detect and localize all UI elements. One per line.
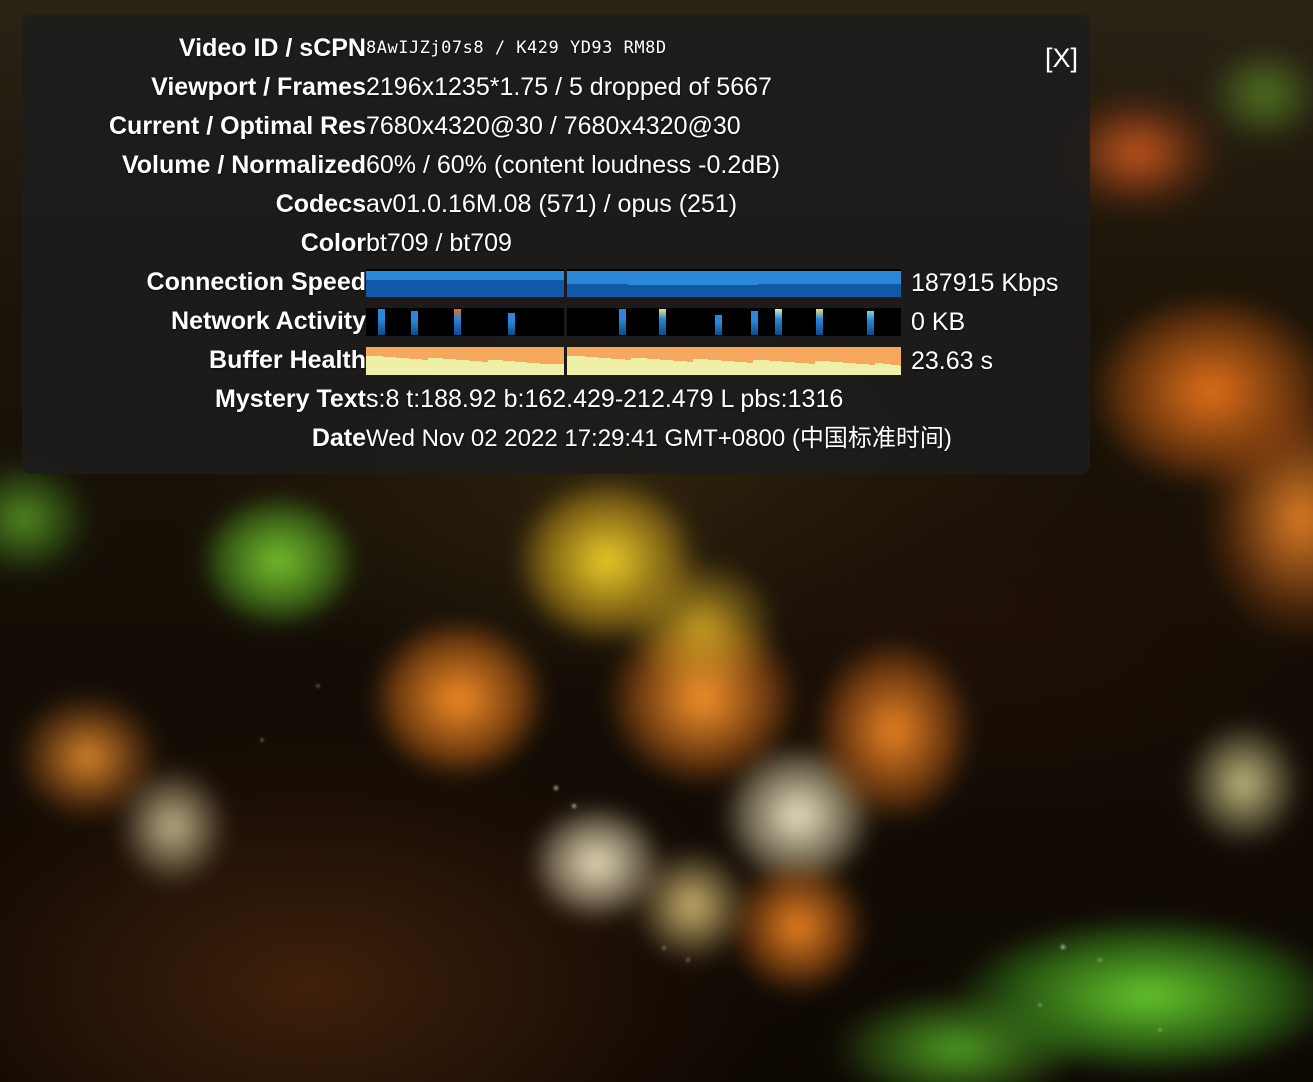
stats-for-nerds-panel: [X] Video ID / sCPN 8AwIJZj07s8 / K429 Y… <box>22 15 1090 474</box>
stats-row-buffer-health: Buffer Health 23.63 s <box>36 341 1076 380</box>
network-activity-spike <box>867 310 874 335</box>
stats-value-date: Wed Nov 02 2022 17:29:41 GMT+0800 (中国标准时… <box>366 425 952 452</box>
stats-row-color: Color bt709 / bt709 <box>36 224 1076 263</box>
network-activity-graph <box>366 307 901 336</box>
stats-label-resolution: Current / Optimal Res <box>109 112 366 140</box>
stats-label-viewport: Viewport / Frames <box>151 73 366 101</box>
network-activity-spike <box>619 308 626 335</box>
network-activity-spike <box>411 310 418 335</box>
stats-label-codecs: Codecs <box>275 190 366 218</box>
connection-speed-graph <box>366 268 901 297</box>
network-activity-spike <box>378 308 385 335</box>
buffer-health-readout: 23.63 s <box>911 346 994 375</box>
stats-label-date: Date <box>311 424 366 452</box>
network-activity-divider <box>564 307 567 336</box>
buffer-health-graph <box>366 346 901 375</box>
video-player-stage: [X] Video ID / sCPN 8AwIJZj07s8 / K429 Y… <box>0 0 1313 1082</box>
stats-table: Video ID / sCPN 8AwIJZj07s8 / K429 YD93 … <box>36 29 1076 458</box>
connection-speed-readout: 187915 Kbps <box>911 268 1059 297</box>
close-icon[interactable]: [X] <box>1045 45 1078 72</box>
stats-row-video-id: Video ID / sCPN 8AwIJZj07s8 / K429 YD93 … <box>36 29 1076 68</box>
stats-label-volume: Volume / Normalized <box>121 151 366 179</box>
stats-row-connection-speed: Connection Speed 187915 Kbps <box>36 263 1076 302</box>
stats-row-mystery-text: Mystery Text s:8 t:188.92 b:162.429-212.… <box>36 380 1076 419</box>
stats-label-color: Color <box>300 229 366 257</box>
buffer-health-divider <box>564 346 567 375</box>
buffer-health-segment <box>899 346 901 366</box>
network-activity-spike <box>508 312 515 335</box>
stats-value-video-id: 8AwIJZj07s8 / K429 YD93 RM8D <box>366 38 667 58</box>
stats-row-resolution: Current / Optimal Res 7680x4320@30 / 768… <box>36 107 1076 146</box>
stats-row-viewport: Viewport / Frames 2196x1235*1.75 / 5 dro… <box>36 68 1076 107</box>
stats-value-mystery-text: s:8 t:188.92 b:162.429-212.479 L pbs:131… <box>366 385 844 413</box>
stats-value-color: bt709 / bt709 <box>366 229 512 257</box>
network-activity-spike <box>454 308 461 335</box>
stats-label-network-activity: Network Activity <box>171 307 366 335</box>
network-activity-spike <box>751 310 758 335</box>
stats-label-video-id: Video ID / sCPN <box>178 34 366 62</box>
stats-value-buffer-health-cell: 23.63 s <box>366 341 1076 380</box>
network-activity-spike <box>775 308 782 335</box>
stats-label-mystery-text: Mystery Text <box>215 385 366 413</box>
stats-row-network-activity: Network Activity 0 KB <box>36 302 1076 341</box>
stats-row-codecs: Codecs av01.0.16M.08 (571) / opus (251) <box>36 185 1076 224</box>
stats-value-resolution: 7680x4320@30 / 7680x4320@30 <box>366 112 741 140</box>
network-activity-spike <box>659 308 666 335</box>
stats-value-connection-speed-cell: 187915 Kbps <box>366 263 1076 302</box>
stats-label-buffer-health: Buffer Health <box>209 346 366 374</box>
stats-value-codecs: av01.0.16M.08 (571) / opus (251) <box>366 190 738 218</box>
connection-speed-peak-left <box>366 270 564 280</box>
network-activity-spike <box>816 308 823 335</box>
stats-row-volume: Volume / Normalized 60% / 60% (content l… <box>36 146 1076 185</box>
network-activity-readout: 0 KB <box>911 307 966 336</box>
stats-row-date: Date Wed Nov 02 2022 17:29:41 GMT+0800 (… <box>36 419 1076 458</box>
stats-value-volume: 60% / 60% (content loudness -0.2dB) <box>366 151 781 179</box>
stats-label-connection-speed: Connection Speed <box>146 268 366 296</box>
connection-speed-divider <box>564 268 567 297</box>
stats-value-network-activity-cell: 0 KB <box>366 302 1076 341</box>
network-activity-spike <box>715 314 722 335</box>
stats-value-viewport: 2196x1235*1.75 / 5 dropped of 5667 <box>366 73 772 101</box>
connection-speed-dip <box>628 281 758 285</box>
